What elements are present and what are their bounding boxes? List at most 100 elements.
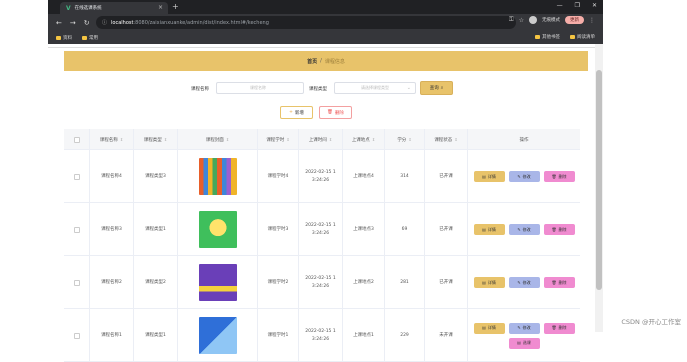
pencil-icon: ✎ xyxy=(517,279,520,287)
bookmark-item[interactable]: 其他书签 xyxy=(535,34,560,40)
course-name-input[interactable]: 课程名称 xyxy=(216,82,304,94)
header-class-time[interactable]: 上课时间⇕ xyxy=(299,129,343,150)
detail-icon: ▤ xyxy=(482,226,486,234)
course-cover-image[interactable] xyxy=(199,264,237,301)
detail-button[interactable]: ▤详情 xyxy=(474,171,505,182)
header-course-cover[interactable]: 课程封面⇕ xyxy=(178,129,258,150)
add-label: 新增 xyxy=(295,110,304,116)
cell-class-place: 上课地点1 xyxy=(343,309,385,362)
url-text: localhost:8080/zaixianxuanke/admin/dist/… xyxy=(111,20,269,26)
course-type-label: 课程类型 xyxy=(309,86,327,92)
cell-course-hours: 课程学时4 xyxy=(258,150,299,203)
row-checkbox-cell xyxy=(64,256,90,309)
pencil-icon: ✎ xyxy=(517,226,520,234)
bookmark-item[interactable]: 资料 xyxy=(56,35,72,41)
star-icon[interactable]: ☆ xyxy=(519,17,524,24)
header-credit[interactable]: 学分⇕ xyxy=(385,129,425,150)
detail-button[interactable]: ▤详情 xyxy=(474,224,505,235)
cell-status: 未开课 xyxy=(425,309,468,362)
cell-course-cover xyxy=(178,203,258,256)
edit-button[interactable]: ✎修改 xyxy=(509,224,540,235)
breadcrumb-current: 课程信息 xyxy=(325,58,345,65)
detail-button[interactable]: ▤详情 xyxy=(474,277,505,288)
course-type-select[interactable]: 请选择课程类型 ⌄ xyxy=(334,82,416,94)
row-checkbox-cell xyxy=(64,150,90,203)
row-checkbox[interactable] xyxy=(74,333,80,339)
header-course-type[interactable]: 课程类型⇕ xyxy=(134,129,178,150)
sort-icon[interactable]: ⇕ xyxy=(226,137,229,142)
cell-status: 已开课 xyxy=(425,256,468,309)
window-close-icon[interactable]: ✕ xyxy=(592,2,597,9)
info-icon[interactable]: ⓘ xyxy=(102,19,107,26)
cell-credit: 281 xyxy=(385,256,425,309)
row-checkbox[interactable] xyxy=(74,227,80,233)
cell-course-type: 课程类型3 xyxy=(134,150,178,203)
cell-course-name: 课程名称3 xyxy=(90,203,134,256)
address-bar-right: ⚿ ☆ 无痕模式 更新 ⋮ xyxy=(509,16,595,24)
breadcrumb-home[interactable]: 首页 xyxy=(307,58,317,65)
edit-button[interactable]: ✎修改 xyxy=(509,277,540,288)
browser-tab[interactable]: V 在线选课系统 × xyxy=(60,2,168,14)
query-label: 查询 xyxy=(430,85,439,91)
minimize-icon[interactable]: — xyxy=(557,2,563,9)
new-tab-button[interactable]: + xyxy=(172,2,179,11)
folder-icon xyxy=(535,35,540,39)
delete-button[interactable]: 🗑删除 xyxy=(544,224,575,235)
delete-button[interactable]: 🗑删除 xyxy=(544,277,575,288)
reload-icon[interactable]: ↻ xyxy=(84,19,90,27)
select-all-checkbox[interactable] xyxy=(74,137,80,143)
header-course-name[interactable]: 课程名称⇕ xyxy=(90,129,134,150)
row-checkbox-cell xyxy=(64,309,90,362)
cell-course-cover xyxy=(178,150,258,203)
sort-icon[interactable]: ⇕ xyxy=(454,137,457,142)
table-row: 课程名称4 课程类型3 课程学时4 2022-02-15 13:24:26 上课… xyxy=(64,150,580,203)
header-class-place[interactable]: 上课地点⇕ xyxy=(343,129,385,150)
update-button[interactable]: 更新 xyxy=(565,16,584,24)
sort-icon[interactable]: ⇕ xyxy=(120,137,123,142)
forward-icon[interactable]: → xyxy=(70,19,76,27)
sort-icon[interactable]: ⇕ xyxy=(286,137,289,142)
edit-button[interactable]: ✎修改 xyxy=(509,171,540,182)
course-name-label: 课程名称 xyxy=(191,86,209,92)
avatar[interactable] xyxy=(529,16,537,24)
query-button[interactable]: 查询⌕ xyxy=(420,81,453,95)
back-icon[interactable]: ← xyxy=(56,19,62,27)
add-button[interactable]: +新增 xyxy=(280,106,313,119)
key-icon[interactable]: ⚿ xyxy=(509,16,514,24)
window-controls: — ❐ ✕ xyxy=(557,2,597,9)
sort-icon[interactable]: ⇕ xyxy=(372,137,375,142)
header-course-hours[interactable]: 课程学时⇕ xyxy=(258,129,299,150)
top-nav-strip xyxy=(48,44,603,48)
cell-status: 已开课 xyxy=(425,150,468,203)
delete-button[interactable]: 🗑删除 xyxy=(544,171,575,182)
batch-delete-label: 删除 xyxy=(335,110,344,116)
cell-course-type: 课程类型1 xyxy=(134,203,178,256)
course-cover-image[interactable] xyxy=(199,211,237,248)
pencil-icon: ✎ xyxy=(517,324,520,332)
sort-icon[interactable]: ⇕ xyxy=(408,137,411,142)
select-course-button[interactable]: ▤选课 xyxy=(509,338,540,349)
cell-course-cover xyxy=(178,256,258,309)
sort-icon[interactable]: ⇕ xyxy=(329,137,332,142)
course-cover-image[interactable] xyxy=(199,317,237,354)
row-checkbox[interactable] xyxy=(74,280,80,286)
maximize-icon[interactable]: ❐ xyxy=(575,2,580,9)
header-status[interactable]: 课程状态⇕ xyxy=(425,129,468,150)
header-operations: 操作 xyxy=(468,129,580,150)
menu-dots-icon[interactable]: ⋮ xyxy=(589,17,595,24)
trash-icon: 🗑 xyxy=(551,324,556,332)
row-checkbox[interactable] xyxy=(74,174,80,180)
chevron-down-icon: ⌄ xyxy=(407,85,411,91)
course-type-placeholder: 请选择课程类型 xyxy=(361,85,389,91)
scrollbar-thumb[interactable] xyxy=(596,70,602,290)
cell-class-time: 2022-02-15 13:24:26 xyxy=(299,309,343,362)
course-cover-image[interactable] xyxy=(199,158,237,195)
table-row: 课程名称3 课程类型1 课程学时3 2022-02-15 13:24:26 上课… xyxy=(64,203,580,256)
sort-icon[interactable]: ⇕ xyxy=(164,137,167,142)
close-icon[interactable]: × xyxy=(158,4,163,11)
bookmark-item[interactable]: 常用 xyxy=(82,35,98,41)
batch-delete-button[interactable]: 🗑删除 xyxy=(319,106,352,119)
profile-label[interactable]: 无痕模式 xyxy=(542,17,560,23)
url-field[interactable]: ⓘ localhost:8080/zaixianxuanke/admin/dis… xyxy=(96,16,516,29)
bookmark-item[interactable]: 阅读清单 xyxy=(570,34,595,40)
